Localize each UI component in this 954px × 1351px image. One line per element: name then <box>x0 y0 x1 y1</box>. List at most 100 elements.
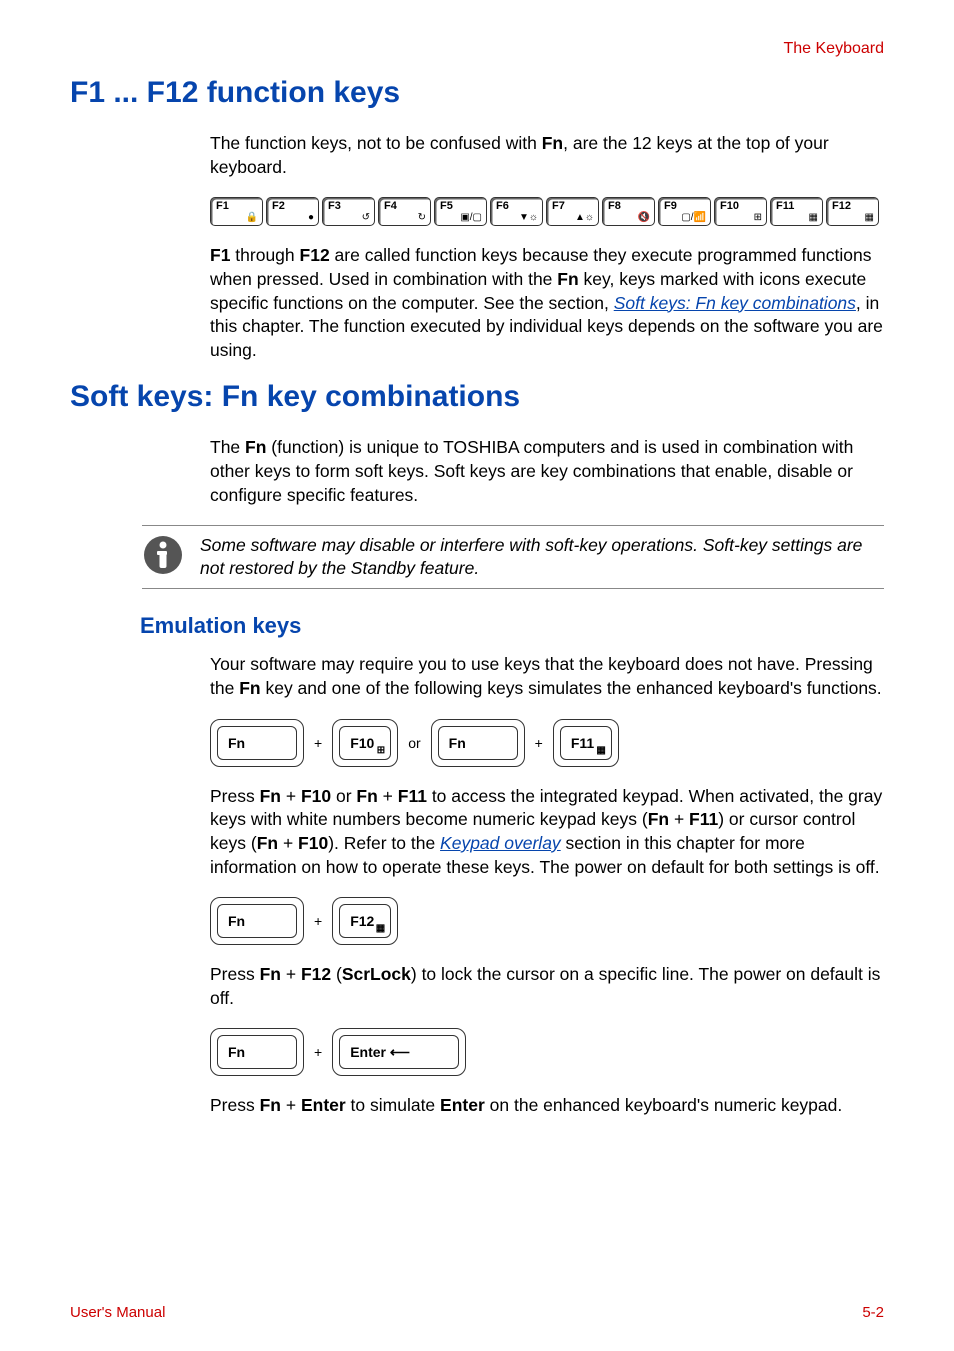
fkey-label: F4 <box>384 200 397 212</box>
note-block: Some software may disable or interfere w… <box>142 525 884 589</box>
text: ( <box>331 964 342 984</box>
plus-symbol: + <box>314 1044 322 1060</box>
text: Press <box>210 1095 260 1115</box>
fkey-label: F10 <box>720 200 739 212</box>
text: through <box>230 245 299 265</box>
key-label: Fn <box>438 726 518 760</box>
link-softkeys[interactable]: Soft keys: Fn key combinations <box>614 293 856 313</box>
text: The <box>210 437 245 457</box>
bold: Fn <box>260 1095 281 1115</box>
text: + <box>278 833 298 853</box>
key-label: Fn <box>217 726 297 760</box>
text: (function) is unique to TOSHIBA computer… <box>210 437 853 504</box>
plus-symbol: + <box>314 735 322 751</box>
text: + <box>669 809 689 829</box>
text: F11 <box>571 735 594 751</box>
text: + <box>281 786 301 806</box>
fkey-f8: F8 🔇 <box>602 197 655 226</box>
text: on the enhanced keyboard's numeric keypa… <box>485 1095 842 1115</box>
section-title-f1f12: F1 ... F12 function keys <box>70 76 884 110</box>
text: + <box>378 786 398 806</box>
text: F12 <box>350 913 374 929</box>
para-fnkeys-intro: The function keys, not to be confused wi… <box>210 132 884 179</box>
or-text: or <box>408 735 420 751</box>
overlay-arrow-icon: ⊞ <box>754 212 762 223</box>
wireless-icon: 🔇 <box>638 212 650 223</box>
key-label: F12▦ <box>339 904 391 938</box>
bold: Fn <box>257 833 278 853</box>
bold: F11 <box>398 786 427 806</box>
standby-icon: ↺ <box>362 212 370 223</box>
keycombo-fn-f12: Fn + F12▦ <box>210 897 884 945</box>
overlay-arrow-icon: ⊞ <box>377 745 385 756</box>
text: The function keys, not to be confused wi… <box>210 133 542 153</box>
overlay-num-icon: ▦ <box>809 212 818 223</box>
bold-fn: Fn <box>239 678 260 698</box>
fkey-f4: F4↻ <box>378 197 431 226</box>
bold: F10 <box>298 833 328 853</box>
fkey-label: F7 <box>552 200 565 212</box>
key-f12: F12▦ <box>332 897 398 945</box>
plus-symbol: + <box>535 735 543 751</box>
key-label: Enter ⟵ <box>339 1035 459 1069</box>
text: + <box>281 964 301 984</box>
link-keypad-overlay[interactable]: Keypad overlay <box>440 833 561 853</box>
text: or <box>331 786 356 806</box>
info-icon <box>142 534 184 576</box>
key-f11: F11▦ <box>553 719 619 767</box>
bold-fn: Fn <box>557 269 578 289</box>
bold: Fn <box>356 786 377 806</box>
fkey-f9: F9 ▢/📶 <box>658 197 711 226</box>
key-fn: Fn <box>210 1028 304 1076</box>
function-keys-illustration: F1 🔒 F2 ● F3 ↺ F4↻ F5▣/▢ F6▼☼ F7▲☼ F8 🔇 F9 ▢/… <box>210 197 884 226</box>
bold: F11 <box>689 809 718 829</box>
fkey-label: F6 <box>496 200 509 212</box>
fkey-label: F12 <box>832 200 851 212</box>
bold: Fn <box>260 964 281 984</box>
key-label: F10⊞ <box>339 726 391 760</box>
bold: Enter <box>301 1095 346 1115</box>
scrolllock-icon: ▦ <box>376 923 385 934</box>
text: F10 <box>350 735 374 751</box>
lock-icon: 🔒 <box>246 212 258 223</box>
text: ). Refer to the <box>328 833 440 853</box>
fkey-f7: F7▲☼ <box>546 197 599 226</box>
footer-title: User's Manual <box>70 1304 165 1321</box>
fkey-f6: F6▼☼ <box>490 197 543 226</box>
fkey-f5: F5▣/▢ <box>434 197 487 226</box>
fkey-f3: F3 ↺ <box>322 197 375 226</box>
touchpad-icon: ▢/📶 <box>681 212 706 223</box>
text: Press <box>210 964 260 984</box>
bold: ScrLock <box>342 964 411 984</box>
keycombo-fn-enter: Fn + Enter ⟵ <box>210 1028 884 1076</box>
key-f10: F10⊞ <box>332 719 398 767</box>
fkey-label: F8 <box>608 200 621 212</box>
para-fn-enter: Press Fn + Enter to simulate Enter on th… <box>210 1094 884 1118</box>
text: Press <box>210 786 260 806</box>
display-icon: ▣/▢ <box>460 212 482 223</box>
scrolllock-icon: ▦ <box>865 212 874 223</box>
text: to simulate <box>346 1095 440 1115</box>
bold-f12: F12 <box>300 245 330 265</box>
key-label: Fn <box>217 904 297 938</box>
overlay-num-icon: ▦ <box>596 745 605 756</box>
fkey-f2: F2 ● <box>266 197 319 226</box>
text: key and one of the following keys simula… <box>261 678 882 698</box>
fkey-label: F9 <box>664 200 677 212</box>
key-fn: Fn <box>431 719 525 767</box>
fkey-label: F3 <box>328 200 341 212</box>
para-fn-f12: Press Fn + F12 (ScrLock) to lock the cur… <box>210 963 884 1010</box>
fkey-f1: F1 🔒 <box>210 197 263 226</box>
fkey-label: F2 <box>272 200 285 212</box>
keycombo-fn-f10-f11: Fn + F10⊞ or Fn + F11▦ <box>210 719 884 767</box>
bold: Fn <box>260 786 281 806</box>
section-title-softkeys: Soft keys: Fn key combinations <box>70 380 884 414</box>
bold: F12 <box>301 964 331 984</box>
note-text: Some software may disable or interfere w… <box>200 534 884 580</box>
bold-fn: Fn <box>245 437 266 457</box>
key-enter: Enter ⟵ <box>332 1028 466 1076</box>
fkey-label: F1 <box>216 200 229 212</box>
fkey-label: F11 <box>776 200 794 212</box>
dot-icon: ● <box>308 212 314 223</box>
bold: Enter <box>440 1095 485 1115</box>
